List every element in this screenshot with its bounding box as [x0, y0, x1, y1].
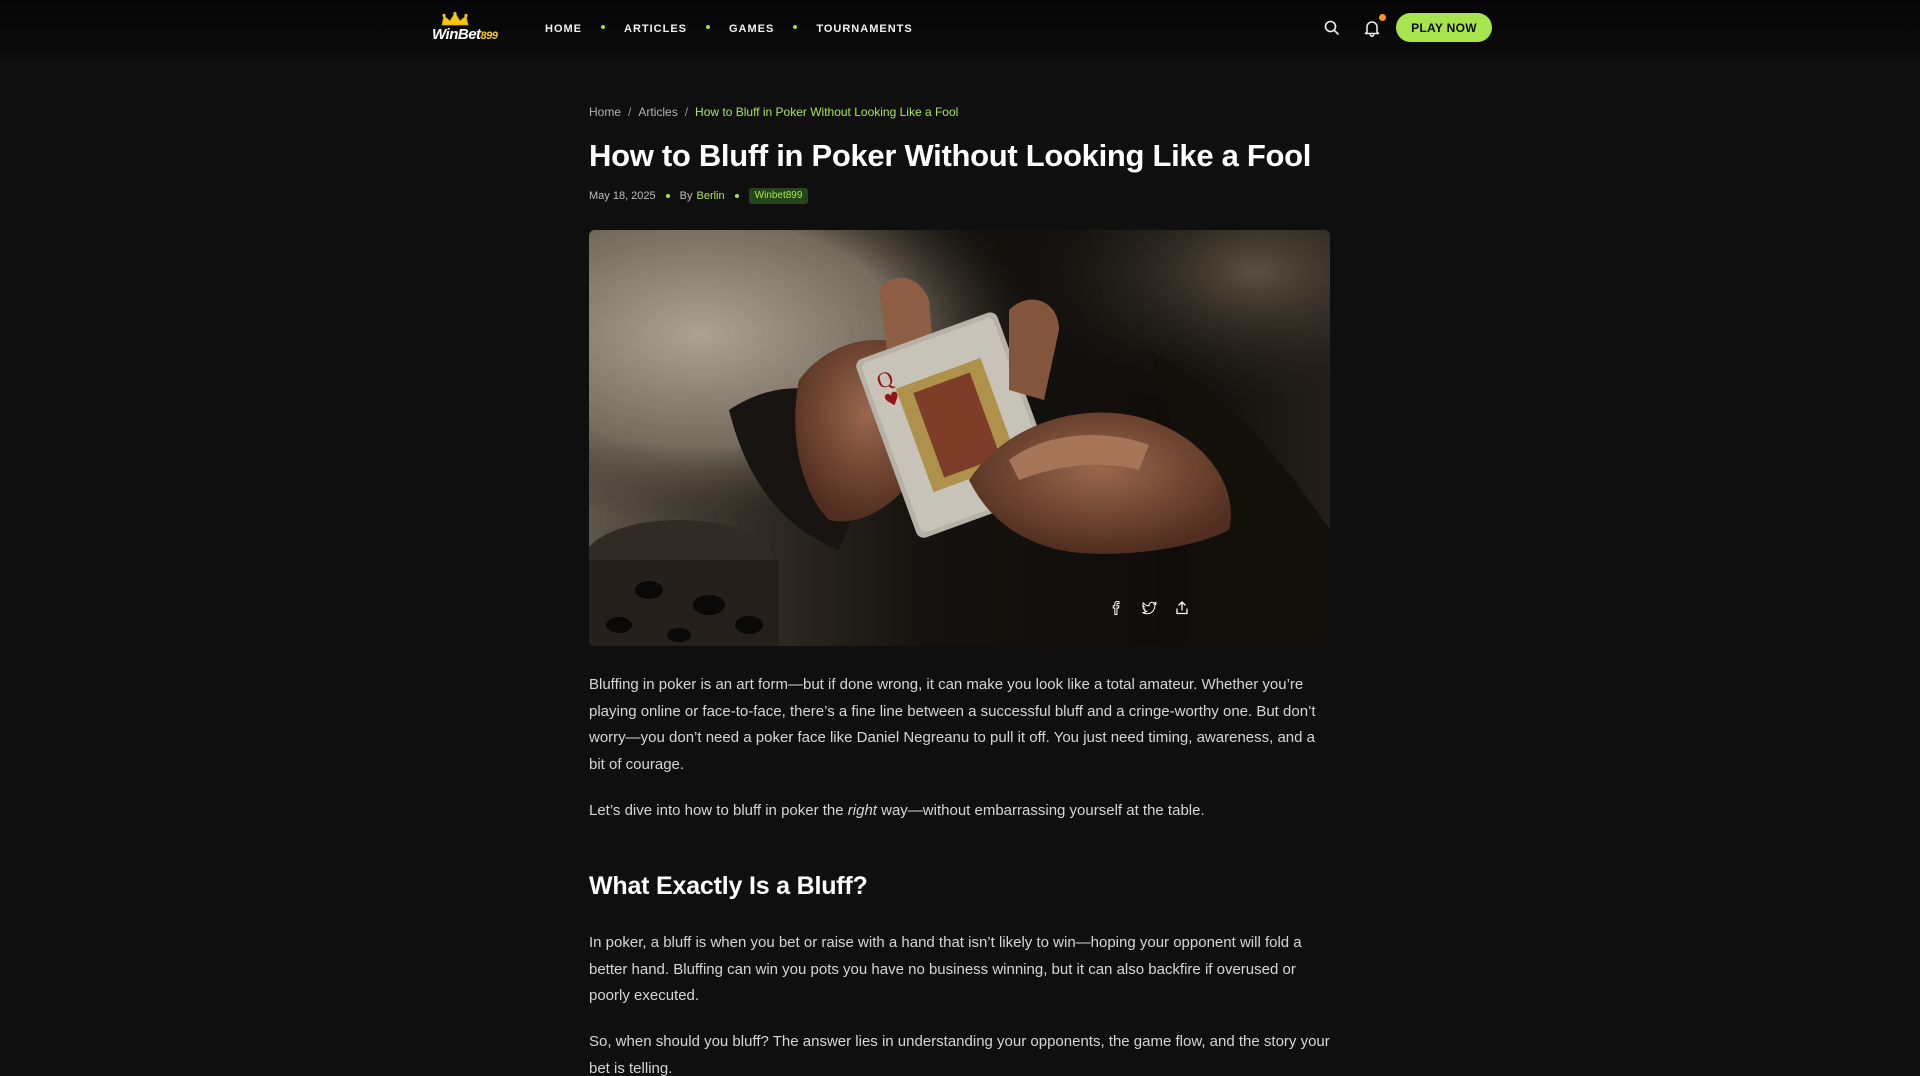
- breadcrumb-separator: /: [628, 105, 632, 119]
- share-icon: [1176, 601, 1188, 615]
- nav-item-tournaments[interactable]: TOURNAMENTS: [816, 23, 912, 35]
- search-icon: [1324, 20, 1339, 35]
- notification-badge: [1379, 14, 1386, 21]
- category-tag[interactable]: Winbet899: [748, 188, 809, 204]
- intro-p2-emphasis: right: [847, 802, 877, 819]
- share-twitter-button[interactable]: [1136, 595, 1162, 621]
- brand-number: 899: [480, 30, 498, 42]
- brand-name: WinBet: [432, 26, 481, 43]
- main-nav: HOME ARTICLES GAMES TOURNAMENTS: [545, 23, 913, 35]
- search-button[interactable]: [1323, 19, 1341, 37]
- section-paragraph-2: So, when should you bluff? The answer li…: [589, 1033, 1330, 1076]
- crown-icon: [441, 12, 469, 26]
- nav-separator-dot: [793, 25, 798, 29]
- nav-item-home[interactable]: HOME: [545, 23, 582, 35]
- intro-paragraph-2: Let’s dive into how to bluff in poker th…: [589, 798, 1334, 825]
- brand-logo[interactable]: WinBet899: [432, 12, 506, 44]
- breadcrumb: Home / Articles / How to Bluff in Poker With…: [589, 105, 958, 119]
- section-heading-what-is-bluff: What Exactly Is a Bluff?: [589, 872, 868, 900]
- meta-separator-dot: [734, 194, 739, 198]
- nav-item-articles[interactable]: ARTICLES: [624, 23, 687, 35]
- top-navigation-bar: WinBet899 HOME ARTICLES GAMES TOURNAMENT…: [0, 0, 1920, 58]
- author-link[interactable]: Berlin: [697, 190, 725, 202]
- breadcrumb-home[interactable]: Home: [589, 105, 621, 119]
- share-facebook-button[interactable]: [1103, 595, 1129, 621]
- poker-hands-photo: Q ♥: [589, 230, 1330, 646]
- article-date: May 18, 2025: [589, 190, 656, 202]
- nav-separator-dot: [706, 25, 710, 29]
- section-paragraph-1: In poker, a bluff is when you bet or rai…: [589, 934, 1302, 1004]
- intro-p2-end: way—without embarrassing yourself at the…: [876, 802, 1205, 819]
- intro-paragraph-1: Bluffing in poker is an art form—but if …: [589, 676, 1316, 773]
- twitter-icon: [1141, 601, 1157, 615]
- breadcrumb-articles[interactable]: Articles: [638, 105, 677, 119]
- breadcrumb-separator: /: [684, 105, 689, 119]
- share-link-button[interactable]: [1169, 595, 1195, 621]
- meta-separator-dot: [665, 194, 670, 198]
- brand-wordmark: WinBet899: [432, 26, 498, 43]
- nav-item-games[interactable]: GAMES: [729, 23, 774, 35]
- author-prefix: By: [679, 190, 693, 202]
- article-title: How to Bluff in Poker Without Looking Li…: [589, 138, 1312, 173]
- breadcrumb-current: How to Bluff in Poker Without Looking Li…: [695, 105, 959, 119]
- play-now-button[interactable]: PLAY NOW: [1396, 13, 1492, 42]
- bell-icon: [1364, 21, 1380, 37]
- hero-image: Q ♥: [589, 230, 1330, 646]
- notifications-button[interactable]: [1362, 18, 1382, 38]
- intro-p2-start: Let’s dive into how to bluff in poker th…: [589, 802, 848, 819]
- article-meta: May 18, 2025 By Berlin Winbet899: [589, 188, 809, 204]
- nav-separator-dot: [601, 25, 605, 29]
- facebook-icon: [1112, 601, 1120, 615]
